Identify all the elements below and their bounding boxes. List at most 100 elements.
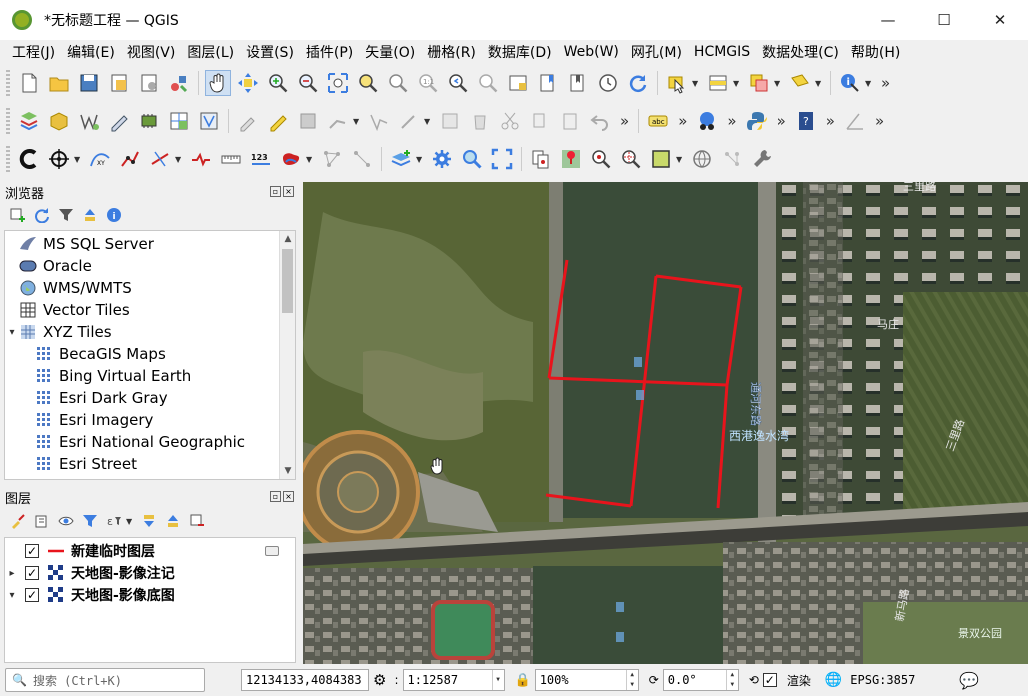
scale-dropdown-icon[interactable]: ▼ [491,670,504,690]
toolbar-more-2-icon[interactable]: » [620,112,629,130]
save-project-icon[interactable] [77,71,101,95]
modify-attributes-icon[interactable] [438,109,462,133]
layers-close-icon[interactable]: × [283,491,294,502]
toolbar-more-3-icon[interactable]: » [678,112,687,130]
menu-raster[interactable]: 栅格(R) [421,42,482,62]
select-by-attribute-icon[interactable] [706,71,730,95]
expand-all-icon[interactable] [140,512,158,530]
add-line-red-icon[interactable] [118,147,142,171]
menu-vector[interactable]: 矢量(O) [359,42,421,62]
layer-expander-icon[interactable]: ▾ [5,590,19,601]
deselect-dropdown-icon[interactable]: ▼ [774,79,782,88]
layout-manager-icon[interactable] [137,71,161,95]
split-line-icon[interactable] [148,147,172,171]
select-extent-icon[interactable] [649,147,673,171]
menu-project[interactable]: 工程(J) [6,42,61,62]
add-selected-layers-icon[interactable] [9,206,27,224]
new-geopackage-icon[interactable] [47,109,71,133]
zoom-next-icon[interactable] [476,71,500,95]
digitize-shape-icon[interactable] [397,109,421,133]
globe-grid-icon[interactable] [690,147,714,171]
network-graph-icon[interactable] [320,147,344,171]
add-line-feature-icon[interactable] [326,109,350,133]
digitize-icon[interactable] [107,109,131,133]
scroll-up-icon[interactable]: ▲ [280,231,295,247]
copy-coordinates-icon[interactable] [529,147,553,171]
offset-line-icon[interactable] [189,147,213,171]
zoom-native-icon[interactable]: 1:1 [416,71,440,95]
layer-styling-icon[interactable] [9,512,27,530]
help-contents-icon[interactable]: ? [794,109,818,133]
style-manager-icon[interactable] [167,71,191,95]
scroll-down-icon[interactable]: ▼ [280,463,295,479]
browser-item[interactable]: ▾ XYZ Tiles [5,321,295,343]
select-dropdown-icon[interactable]: ▼ [692,79,700,88]
deselect-all-icon[interactable] [747,71,771,95]
select-features-icon[interactable] [665,71,689,95]
zoom-last-icon[interactable] [446,71,470,95]
toolbar-more-6-icon[interactable]: » [826,112,835,130]
browser-item[interactable]: Bing Virtual Earth [5,365,295,387]
rotation-spin-icon[interactable]: ▲ ▼ [725,670,738,690]
show-bookmarks-icon[interactable] [566,71,590,95]
pan-map-icon[interactable] [205,70,231,96]
zoom-to-point-icon[interactable] [589,147,613,171]
zoom-out-icon[interactable] [296,71,320,95]
layer-item[interactable]: ▸ ✓ 天地图-影像注记 [5,562,295,584]
python-console-icon[interactable] [745,109,769,133]
fit-extent-icon[interactable] [490,147,514,171]
color-shape-dropdown-icon[interactable]: ▼ [306,155,314,164]
add-feature-dropdown-icon[interactable]: ▼ [353,117,361,126]
zoom-in-icon[interactable] [266,71,290,95]
new-bookmark-icon[interactable] [536,71,560,95]
menu-layer[interactable]: 图层(L) [181,42,240,62]
pin-marker-icon[interactable] [559,147,583,171]
browser-item[interactable]: Esri Dark Gray [5,387,295,409]
locator-search-input[interactable]: 🔍 搜索 (Ctrl+K) [5,668,205,692]
split-dropdown-icon[interactable]: ▼ [175,155,183,164]
browser-item[interactable]: Vector Tiles [5,299,295,321]
toggle-editing-icon[interactable] [266,109,290,133]
network-tool-icon[interactable] [720,147,744,171]
browser-item[interactable]: Esri National Geographic [5,431,295,453]
filter-legend-icon[interactable] [81,512,99,530]
browser-item[interactable]: MS SQL Server [5,233,295,255]
menu-settings[interactable]: 设置(S) [240,42,300,62]
layer-item[interactable]: ✓ 新建临时图层 [5,540,295,562]
maximize-button[interactable]: ☐ [916,0,972,40]
browser-item[interactable]: Oracle [5,255,295,277]
layer-stack-dropdown-icon[interactable]: ▼ [416,155,424,164]
xy-curve-icon[interactable]: XY [88,147,112,171]
filter-expression-icon[interactable]: ε [105,512,123,530]
magnify-search-icon[interactable] [460,147,484,171]
measure-numbers-icon[interactable]: 123 [249,147,273,171]
zoom-to-crosshair-icon[interactable] [619,147,643,171]
new-shapefile-icon[interactable] [77,109,101,133]
layer-stack-add-icon[interactable] [389,147,413,171]
manage-visibility-icon[interactable] [57,512,75,530]
toolbar-more-5-icon[interactable]: » [777,112,786,130]
map-canvas[interactable]: 通河东路 西港逸水湾 马庄 景双公园 三里路 三里路 新马路 [303,182,1028,664]
menu-mesh[interactable]: 网孔(M) [625,42,688,62]
filter-expression-dropdown-icon[interactable]: ▼ [126,517,134,526]
collapse-all-layers-icon[interactable] [164,512,182,530]
scrollbar-thumb[interactable] [282,249,293,313]
select-location-icon[interactable] [788,71,812,95]
vertex-tool-icon[interactable] [367,109,391,133]
filter-browser-icon[interactable] [57,206,75,224]
remove-layer-icon[interactable] [188,512,206,530]
digitize-shape-dropdown-icon[interactable]: ▼ [424,117,432,126]
cut-features-icon[interactable] [498,109,522,133]
crs-value[interactable]: EPSG:3857 [850,673,915,687]
undo-icon[interactable] [588,109,612,133]
browser-item[interactable]: Esri Imagery [5,409,295,431]
menu-edit[interactable]: 编辑(E) [61,42,121,62]
temporal-controller-icon[interactable] [596,71,620,95]
settings-gear-icon[interactable] [430,147,454,171]
paste-features-icon[interactable] [558,109,582,133]
menu-view[interactable]: 视图(V) [121,42,182,62]
menu-plugins[interactable]: 插件(P) [300,42,359,62]
menu-web[interactable]: Web(W) [558,44,625,60]
crs-globe-icon[interactable]: 🌐 [825,672,842,688]
ruler-icon[interactable] [219,147,243,171]
